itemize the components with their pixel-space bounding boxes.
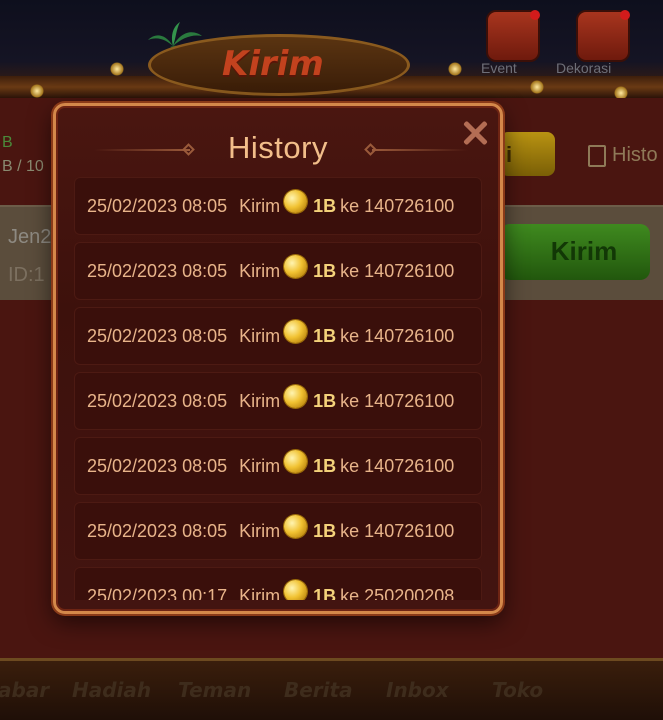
entry-amount: 1B [313,325,337,346]
entry-action: Kirim [239,520,281,541]
balance-stat: B [2,134,13,151]
entry-action: Kirim [239,195,281,216]
entry-action: Kirim [239,260,281,281]
rail-light [448,62,462,76]
entry-target-id: 250200208 [364,585,455,601]
entry-target-id: 140726100 [364,455,455,476]
entry-preposition: ke [340,260,360,281]
history-modal: History 25/02/2023 08:05 Kirim 1B ke 1407261… [53,103,503,614]
entry-target-id: 140726100 [364,195,455,216]
entry-preposition: ke [340,390,360,411]
entry-target-id: 140726100 [364,325,455,346]
entry-datetime: 25/02/2023 08:05 [87,325,228,346]
history-row: 25/02/2023 08:05 Kirim 1B ke 140726100 [74,437,482,495]
entry-datetime: 25/02/2023 08:05 [87,520,228,541]
history-row: 25/02/2023 08:05 Kirim 1B ke 140726100 [74,177,482,235]
coin-icon [284,449,308,473]
entry-amount: 1B [313,195,337,216]
history-row: 25/02/2023 08:05 Kirim 1B ke 140726100 [74,242,482,300]
rail-light [30,84,44,98]
confirm-button[interactable]: i [500,132,555,176]
entry-datetime: 25/02/2023 08:05 [87,390,228,411]
entry-amount: 1B [313,455,337,476]
history-row: 25/02/2023 00:17 Kirim 1B ke 250200208 [74,567,482,600]
entry-preposition: ke [340,325,360,346]
entry-preposition: ke [340,455,360,476]
dekorasi-button[interactable] [576,10,630,62]
coin-icon [284,319,308,343]
entry-action: Kirim [239,585,281,601]
nav-item-toko[interactable]: Toko [492,678,543,702]
close-icon[interactable] [460,118,490,148]
history-list[interactable]: 25/02/2023 08:05 Kirim 1B ke 140726100 25/02/… [74,177,484,600]
entry-action: Kirim [239,455,281,476]
entry-preposition: ke [340,195,360,216]
dekorasi-label: Dekorasi [556,60,612,76]
history-row: 25/02/2023 08:05 Kirim 1B ke 140726100 [74,372,482,430]
coin-icon [284,579,308,600]
event-button[interactable] [486,10,540,62]
title-divider-right [372,149,468,151]
limit-stat: B / 10 [2,158,44,175]
entry-target-id: 140726100 [364,520,455,541]
event-label: Event [481,60,517,76]
history-row: 25/02/2023 08:05 Kirim 1B ke 140726100 [74,502,482,560]
coin-icon [284,189,308,213]
rail-light [530,80,544,94]
entry-datetime: 25/02/2023 00:17 [87,585,228,601]
coin-icon [284,514,308,538]
nav-item-hadiah[interactable]: Hadiah [72,678,151,702]
history-link-label: Histo [612,144,658,166]
entry-target-id: 140726100 [364,390,455,411]
entry-preposition: ke [340,585,360,601]
coin-icon [284,384,308,408]
nav-item-teman[interactable]: Teman [178,678,251,702]
entry-datetime: 25/02/2023 08:05 [87,260,228,281]
notification-dot [620,10,630,20]
coin-icon [284,254,308,278]
history-link[interactable]: Histo [588,144,658,167]
entry-datetime: 25/02/2023 08:05 [87,195,228,216]
rail-light [110,62,124,76]
screen-title: Kirim [222,44,324,84]
entry-amount: 1B [313,390,337,411]
user-name: Jen2 [8,226,52,248]
notification-dot [530,10,540,20]
entry-amount: 1B [313,585,337,601]
nav-item-kabar[interactable]: abar [0,678,49,702]
entry-amount: 1B [313,260,337,281]
entry-amount: 1B [313,520,337,541]
history-row: 25/02/2023 08:05 Kirim 1B ke 140726100 [74,307,482,365]
user-id: ID:1 [8,264,45,286]
nav-item-inbox[interactable]: Inbox [386,678,449,702]
modal-title: History [228,130,328,165]
nav-item-berita[interactable]: Berita [284,678,353,702]
entry-datetime: 25/02/2023 08:05 [87,455,228,476]
entry-preposition: ke [340,520,360,541]
entry-action: Kirim [239,325,281,346]
entry-target-id: 140726100 [364,260,455,281]
kirim-button[interactable]: Kirim [500,224,650,280]
document-icon [588,144,606,167]
entry-action: Kirim [239,390,281,411]
